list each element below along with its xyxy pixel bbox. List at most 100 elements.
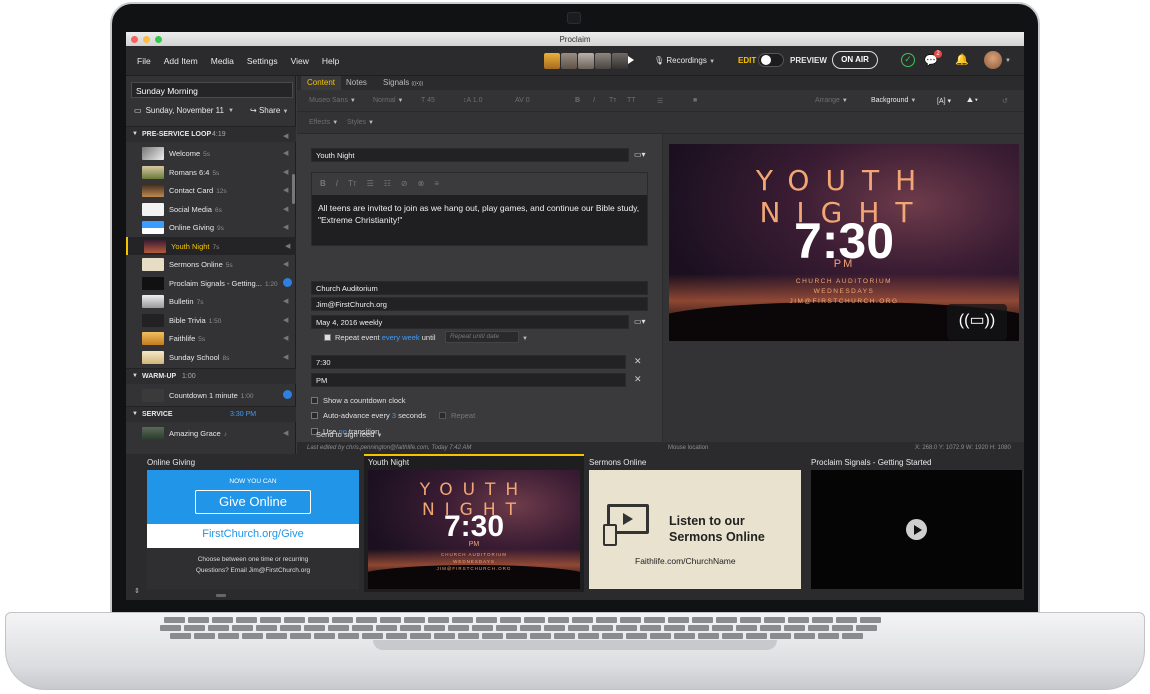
menu-help[interactable]: Help — [322, 56, 339, 66]
sermons-online-card[interactable]: Listen to our Sermons Online Faithlife.c… — [589, 470, 801, 589]
send-arrow-icon[interactable]: ◀ — [283, 297, 288, 305]
tab-signals[interactable]: Signals (((•))) — [377, 76, 429, 90]
contact-field[interactable]: Jim@FirstChurch.org — [311, 297, 648, 311]
bullet-list-icon[interactable]: ☰ — [367, 179, 374, 189]
line-height-field[interactable]: ↕A 1.0 — [463, 97, 482, 104]
list-item[interactable]: Countdown 1 minute 1:00 — [126, 386, 296, 405]
auto-advance-checkbox[interactable] — [311, 412, 318, 419]
clear-time-icon[interactable]: ✕ — [634, 356, 642, 367]
tab-content[interactable]: Content — [301, 76, 342, 90]
collapse-icon[interactable]: ▼ — [132, 131, 138, 137]
bell-icon[interactable]: 🔔 — [955, 53, 969, 66]
list-item[interactable]: Proclaim Signals - Getting... 1:20 — [126, 274, 296, 293]
youth-night-card[interactable]: YOUTH NIGHT 7:30 PM CHURCH AUDITORIUM WE… — [368, 470, 580, 589]
send-arrow-icon[interactable]: ◀ — [283, 316, 288, 324]
auto-advance-seconds[interactable]: 3 — [392, 411, 396, 420]
background-dropdown[interactable]: Background ▼ — [871, 97, 916, 104]
date-field[interactable]: May 4, 2016 weekly — [311, 315, 629, 329]
description-editor[interactable]: B I Tт ☰ ☷ ⊘ ⊗ ≡ All teens are invited t… — [311, 172, 648, 246]
menu-settings[interactable]: Settings — [247, 56, 278, 66]
send-to-sign-feed-dropdown[interactable]: Send to sign feed ▼ — [316, 430, 382, 439]
list-item[interactable]: Welcome 5s ◀ — [126, 144, 296, 163]
strip-drag-handle[interactable] — [216, 594, 226, 597]
list-item[interactable]: Sermons Online 5s ◀ — [126, 255, 296, 274]
letter-spacing-field[interactable]: AV 0 — [515, 97, 530, 104]
on-air-button[interactable]: ON AIR — [832, 51, 878, 69]
bold-button[interactable]: B — [320, 179, 326, 189]
italic-button[interactable]: I — [593, 97, 595, 104]
list-item[interactable]: Social Media 6s ◀ — [126, 200, 296, 219]
avatar[interactable] — [612, 53, 628, 69]
play-icon[interactable] — [283, 390, 292, 399]
avatar[interactable] — [544, 53, 560, 69]
collaborator-avatars[interactable] — [544, 53, 628, 69]
title-field[interactable]: Youth Night — [311, 148, 629, 162]
user-avatar[interactable] — [984, 51, 1002, 69]
list-item[interactable]: Bulletin 7s ◀ — [126, 292, 296, 311]
collapse-icon[interactable]: ▼ — [132, 411, 138, 417]
text-box-icon[interactable]: [A] ▾ — [937, 97, 951, 105]
send-arrow-icon[interactable]: ◀ — [283, 260, 288, 268]
undo-icon[interactable]: ↺ — [1002, 97, 1008, 105]
menu-file[interactable]: File — [137, 56, 151, 66]
tab-notes[interactable]: Notes — [340, 76, 373, 90]
scrollbar[interactable] — [292, 174, 295, 204]
arrange-dropdown[interactable]: Arrange ▼ — [815, 97, 848, 104]
bold-button[interactable]: B — [575, 97, 580, 104]
list-item[interactable]: Faithlife 5s ◀ — [126, 329, 296, 348]
list-item[interactable]: Romans 6:4 5s ◀ — [126, 163, 296, 182]
check-icon[interactable]: ✓ — [901, 53, 915, 67]
list-item[interactable]: Sunday School 8s ◀ — [126, 348, 296, 367]
repeat-event-checkbox[interactable] — [324, 334, 331, 341]
ampm-field[interactable]: PM — [311, 373, 626, 387]
list-item[interactable]: Bible Trivia 1:50 ◀ — [126, 311, 296, 330]
font-size-field[interactable]: T 45 — [421, 97, 435, 104]
play-icon[interactable] — [628, 56, 634, 64]
repeat-frequency-link[interactable]: every week — [382, 333, 420, 342]
italic-button[interactable]: I — [336, 179, 338, 189]
play-icon[interactable] — [283, 277, 292, 287]
avatar[interactable] — [595, 53, 611, 69]
section-pre-service-loop[interactable]: ▼ PRE-SERVICE LOOP 4:19 ◀ — [126, 126, 296, 142]
list-item[interactable]: Online Giving 9s ◀ — [126, 218, 296, 237]
chevron-down-icon[interactable]: ▼ — [522, 336, 528, 342]
send-arrow-icon[interactable]: ◀ — [283, 334, 288, 342]
send-arrow-icon[interactable]: ◀ — [283, 132, 288, 140]
text-case-button[interactable]: Tт — [348, 179, 357, 189]
list-item-selected[interactable]: Youth Night 7s ◀ — [126, 236, 296, 255]
avatar[interactable] — [561, 53, 577, 69]
online-giving-card[interactable]: NOW YOU CAN Give Online FirstChurch.org/… — [147, 470, 359, 589]
broadcast-icon[interactable]: ((▭)) — [947, 304, 1007, 340]
location-field[interactable]: Church Auditorium — [311, 281, 648, 295]
send-arrow-icon[interactable]: ◀ — [283, 149, 288, 157]
unlink-icon[interactable]: ⊗ — [418, 179, 425, 189]
menu-add-item[interactable]: Add Item — [164, 56, 198, 66]
strip-resize-icon[interactable]: ⇕ — [134, 587, 140, 595]
proclaim-signals-card[interactable] — [811, 470, 1022, 589]
menu-view[interactable]: View — [291, 56, 309, 66]
date-picker[interactable]: ▭ Sunday, November 11 ▼ — [134, 106, 234, 115]
send-arrow-icon[interactable]: ◀ — [283, 205, 288, 213]
align-button[interactable]: ☰ — [657, 97, 663, 105]
align-icon[interactable]: ≡ — [434, 179, 439, 189]
numbered-list-icon[interactable]: ☷ — [384, 179, 391, 189]
image-icon[interactable]: ⛰ ▾ — [967, 97, 978, 105]
give-online-button[interactable]: Give Online — [195, 490, 311, 514]
send-arrow-icon[interactable]: ◀ — [283, 168, 288, 176]
text-case-button[interactable]: Tт — [609, 97, 616, 104]
send-arrow-icon[interactable]: ◀ — [283, 353, 288, 361]
send-arrow-icon[interactable]: ◀ — [283, 186, 288, 194]
clear-ampm-icon[interactable]: ✕ — [634, 374, 642, 385]
menu-media[interactable]: Media — [211, 56, 234, 66]
calendar-icon[interactable]: ▭▾ — [634, 150, 646, 159]
avatar[interactable] — [578, 53, 594, 69]
send-arrow-icon[interactable]: ◀ — [283, 223, 288, 231]
send-arrow-icon[interactable]: ◀ — [283, 429, 288, 437]
repeat-until-input[interactable]: Repeat until date — [445, 331, 519, 343]
uppercase-button[interactable]: TT — [627, 97, 636, 104]
send-arrow-icon[interactable]: ◀ — [285, 242, 290, 250]
service-name-field[interactable]: Sunday Morning — [131, 82, 293, 98]
list-item[interactable]: Amazing Grace ♪ ◀ — [126, 424, 296, 443]
collapse-icon[interactable]: ▼ — [132, 373, 138, 379]
effects-dropdown[interactable]: Effects ▼ — [309, 119, 338, 126]
